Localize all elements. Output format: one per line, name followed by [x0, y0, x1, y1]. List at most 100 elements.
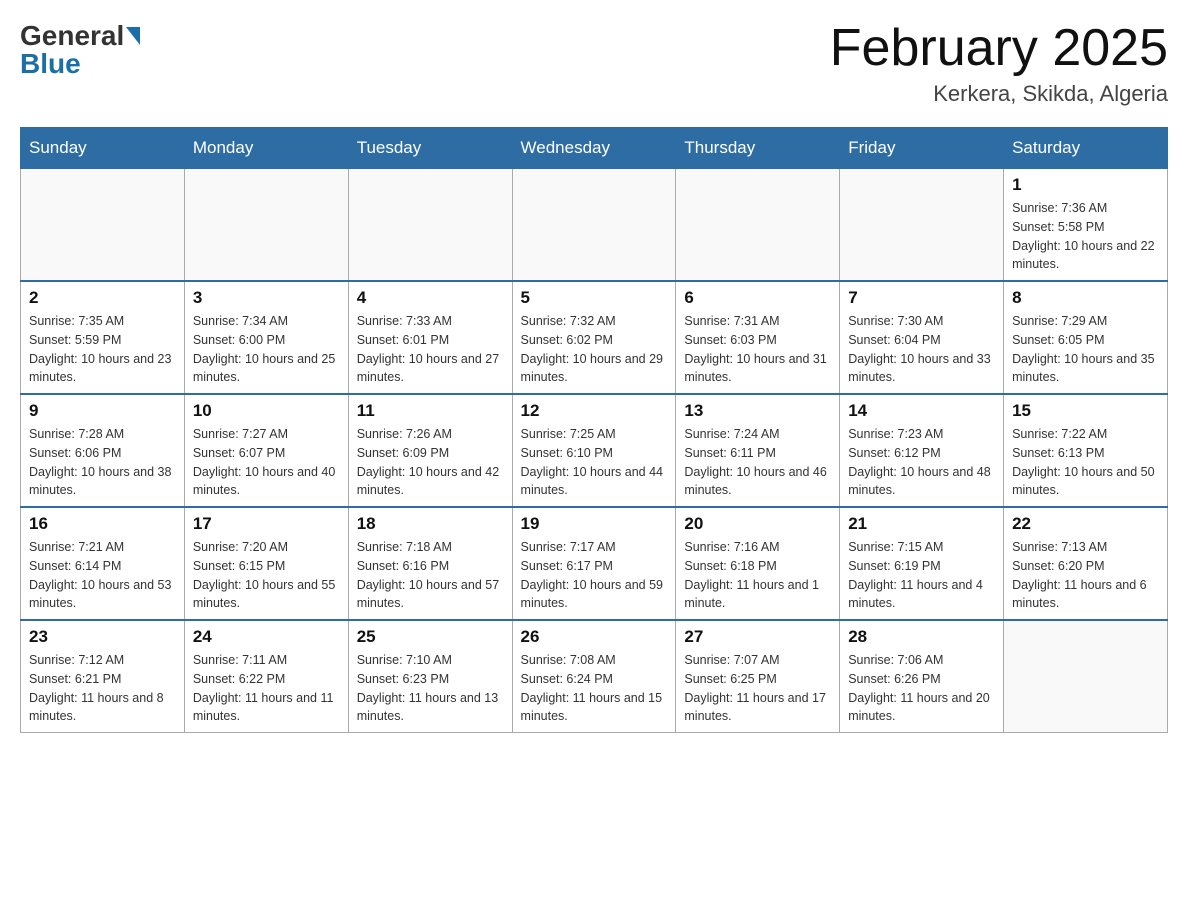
day-info: Sunrise: 7:18 AMSunset: 6:16 PMDaylight:… — [357, 538, 504, 613]
table-row: 22 Sunrise: 7:13 AMSunset: 6:20 PMDayligh… — [1004, 507, 1168, 620]
day-number: 24 — [193, 627, 340, 647]
day-number: 15 — [1012, 401, 1159, 421]
location-text: Kerkera, Skikda, Algeria — [830, 81, 1168, 107]
table-row: 11Sunrise: 7:26 AMSunset: 6:09 PMDayligh… — [348, 394, 512, 507]
col-saturday: Saturday — [1004, 128, 1168, 169]
table-row: 8Sunrise: 7:29 AMSunset: 6:05 PMDaylight… — [1004, 281, 1168, 394]
table-row — [840, 169, 1004, 282]
calendar-table: Sunday Monday Tuesday Wednesday Thursday… — [20, 127, 1168, 733]
day-number: 12 — [521, 401, 668, 421]
table-row — [676, 169, 840, 282]
day-info: Sunrise: 7:06 AMSunset: 6:26 PMDaylight:… — [848, 651, 995, 726]
table-row: 23 Sunrise: 7:12 AMSunset: 6:21 PMDayligh… — [21, 620, 185, 733]
day-info: Sunrise: 7:24 AMSunset: 6:11 PMDaylight:… — [684, 425, 831, 500]
table-row: 28 Sunrise: 7:06 AMSunset: 6:26 PMDayligh… — [840, 620, 1004, 733]
calendar-week-row: 9 Sunrise: 7:28 AMSunset: 6:06 PMDaylight… — [21, 394, 1168, 507]
table-row: 16Sunrise: 7:21 AMSunset: 6:14 PMDayligh… — [21, 507, 185, 620]
table-row: 7Sunrise: 7:30 AMSunset: 6:04 PMDaylight… — [840, 281, 1004, 394]
day-info: Sunrise: 7:35 AMSunset: 5:59 PMDaylight:… — [29, 312, 176, 387]
logo: General Blue — [20, 20, 140, 80]
day-number: 22 — [1012, 514, 1159, 534]
col-thursday: Thursday — [676, 128, 840, 169]
day-number: 27 — [684, 627, 831, 647]
day-number: 26 — [521, 627, 668, 647]
day-info: Sunrise: 7:29 AMSunset: 6:05 PMDaylight:… — [1012, 312, 1159, 387]
day-info: Sunrise: 7:27 AMSunset: 6:07 PMDaylight:… — [193, 425, 340, 500]
day-info: Sunrise: 7:15 AMSunset: 6:19 PMDaylight:… — [848, 538, 995, 613]
table-row: 12Sunrise: 7:25 AMSunset: 6:10 PMDayligh… — [512, 394, 676, 507]
day-info: Sunrise: 7:17 AMSunset: 6:17 PMDaylight:… — [521, 538, 668, 613]
day-info: Sunrise: 7:16 AMSunset: 6:18 PMDaylight:… — [684, 538, 831, 613]
day-info: Sunrise: 7:12 AMSunset: 6:21 PMDaylight:… — [29, 651, 176, 726]
calendar-header-row: Sunday Monday Tuesday Wednesday Thursday… — [21, 128, 1168, 169]
day-number: 14 — [848, 401, 995, 421]
logo-blue-text: Blue — [20, 48, 81, 80]
table-row: 10 Sunrise: 7:27 AMSunset: 6:07 PMDayligh… — [184, 394, 348, 507]
day-number: 25 — [357, 627, 504, 647]
day-number: 17 — [193, 514, 340, 534]
table-row: 1 Sunrise: 7:36 AMSunset: 5:58 PMDaylight… — [1004, 169, 1168, 282]
calendar-week-row: 23 Sunrise: 7:12 AMSunset: 6:21 PMDayligh… — [21, 620, 1168, 733]
day-info: Sunrise: 7:22 AMSunset: 6:13 PMDaylight:… — [1012, 425, 1159, 500]
day-number: 3 — [193, 288, 340, 308]
day-number: 18 — [357, 514, 504, 534]
col-monday: Monday — [184, 128, 348, 169]
day-number: 21 — [848, 514, 995, 534]
logo-arrow-icon — [126, 27, 140, 45]
day-info: Sunrise: 7:36 AMSunset: 5:58 PMDaylight:… — [1012, 199, 1159, 274]
day-info: Sunrise: 7:23 AMSunset: 6:12 PMDaylight:… — [848, 425, 995, 500]
col-sunday: Sunday — [21, 128, 185, 169]
day-number: 6 — [684, 288, 831, 308]
day-info: Sunrise: 7:20 AMSunset: 6:15 PMDaylight:… — [193, 538, 340, 613]
col-friday: Friday — [840, 128, 1004, 169]
table-row: 24 Sunrise: 7:11 AMSunset: 6:22 PMDayligh… — [184, 620, 348, 733]
day-number: 11 — [357, 401, 504, 421]
table-row: 21 Sunrise: 7:15 AMSunset: 6:19 PMDayligh… — [840, 507, 1004, 620]
table-row — [21, 169, 185, 282]
calendar-week-row: 1 Sunrise: 7:36 AMSunset: 5:58 PMDaylight… — [21, 169, 1168, 282]
day-info: Sunrise: 7:13 AMSunset: 6:20 PMDaylight:… — [1012, 538, 1159, 613]
table-row: 17 Sunrise: 7:20 AMSunset: 6:15 PMDayligh… — [184, 507, 348, 620]
table-row — [348, 169, 512, 282]
day-number: 13 — [684, 401, 831, 421]
table-row: 5 Sunrise: 7:32 AMSunset: 6:02 PMDaylight… — [512, 281, 676, 394]
day-number: 23 — [29, 627, 176, 647]
table-row: 13 Sunrise: 7:24 AMSunset: 6:11 PMDayligh… — [676, 394, 840, 507]
day-info: Sunrise: 7:33 AMSunset: 6:01 PMDaylight:… — [357, 312, 504, 387]
page-header: General Blue February 2025 Kerkera, Skik… — [20, 20, 1168, 107]
table-row: 4 Sunrise: 7:33 AMSunset: 6:01 PMDaylight… — [348, 281, 512, 394]
col-tuesday: Tuesday — [348, 128, 512, 169]
day-number: 1 — [1012, 175, 1159, 195]
table-row — [1004, 620, 1168, 733]
table-row: 9 Sunrise: 7:28 AMSunset: 6:06 PMDaylight… — [21, 394, 185, 507]
day-number: 19 — [521, 514, 668, 534]
day-info: Sunrise: 7:30 AMSunset: 6:04 PMDaylight:… — [848, 312, 995, 387]
day-info: Sunrise: 7:11 AMSunset: 6:22 PMDaylight:… — [193, 651, 340, 726]
table-row: 26 Sunrise: 7:08 AMSunset: 6:24 PMDayligh… — [512, 620, 676, 733]
table-row: 2 Sunrise: 7:35 AMSunset: 5:59 PMDaylight… — [21, 281, 185, 394]
day-number: 2 — [29, 288, 176, 308]
table-row: 14 Sunrise: 7:23 AMSunset: 6:12 PMDayligh… — [840, 394, 1004, 507]
table-row — [184, 169, 348, 282]
day-info: Sunrise: 7:08 AMSunset: 6:24 PMDaylight:… — [521, 651, 668, 726]
table-row: 19 Sunrise: 7:17 AMSunset: 6:17 PMDayligh… — [512, 507, 676, 620]
day-number: 4 — [357, 288, 504, 308]
col-wednesday: Wednesday — [512, 128, 676, 169]
table-row: 25Sunrise: 7:10 AMSunset: 6:23 PMDayligh… — [348, 620, 512, 733]
day-number: 5 — [521, 288, 668, 308]
table-row: 18 Sunrise: 7:18 AMSunset: 6:16 PMDayligh… — [348, 507, 512, 620]
table-row — [512, 169, 676, 282]
day-info: Sunrise: 7:28 AMSunset: 6:06 PMDaylight:… — [29, 425, 176, 500]
day-number: 20 — [684, 514, 831, 534]
day-number: 28 — [848, 627, 995, 647]
table-row: 6 Sunrise: 7:31 AMSunset: 6:03 PMDaylight… — [676, 281, 840, 394]
day-info: Sunrise: 7:31 AMSunset: 6:03 PMDaylight:… — [684, 312, 831, 387]
table-row: 3Sunrise: 7:34 AMSunset: 6:00 PMDaylight… — [184, 281, 348, 394]
month-title: February 2025 — [830, 20, 1168, 77]
day-info: Sunrise: 7:32 AMSunset: 6:02 PMDaylight:… — [521, 312, 668, 387]
day-number: 10 — [193, 401, 340, 421]
day-info: Sunrise: 7:07 AMSunset: 6:25 PMDaylight:… — [684, 651, 831, 726]
table-row: 15 Sunrise: 7:22 AMSunset: 6:13 PMDayligh… — [1004, 394, 1168, 507]
day-number: 9 — [29, 401, 176, 421]
day-info: Sunrise: 7:21 AMSunset: 6:14 PMDaylight:… — [29, 538, 176, 613]
